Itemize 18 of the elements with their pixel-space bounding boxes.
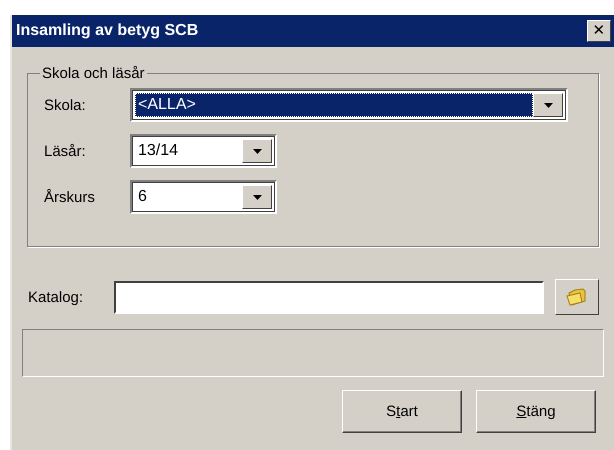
dropdown[interactable]: 13/14 [130, 134, 277, 168]
dialog-button[interactable]: Stäng [476, 390, 596, 433]
field-label: Läsår: [44, 142, 87, 160]
window-title: Insamling av betyg SCB [16, 22, 198, 40]
dropdown[interactable]: <ALLA> [130, 88, 568, 122]
field-label: Katalog: [27, 288, 84, 306]
folder-icon [566, 287, 588, 307]
field-label: Skola: [44, 96, 87, 114]
browse-button[interactable] [555, 279, 599, 315]
dropdown-value: 6 [137, 187, 148, 207]
dropdown-value: 13/14 [137, 141, 180, 161]
dropdown[interactable]: 6 [130, 180, 277, 214]
dialog-button[interactable]: Start [342, 390, 462, 433]
group-title: Skola och läsår [41, 65, 146, 82]
close-button[interactable]: ✕ [587, 20, 611, 42]
field-label: Årskurs [44, 188, 96, 206]
dropdown-value: <ALLA> [135, 93, 533, 117]
input-field[interactable] [114, 280, 544, 314]
